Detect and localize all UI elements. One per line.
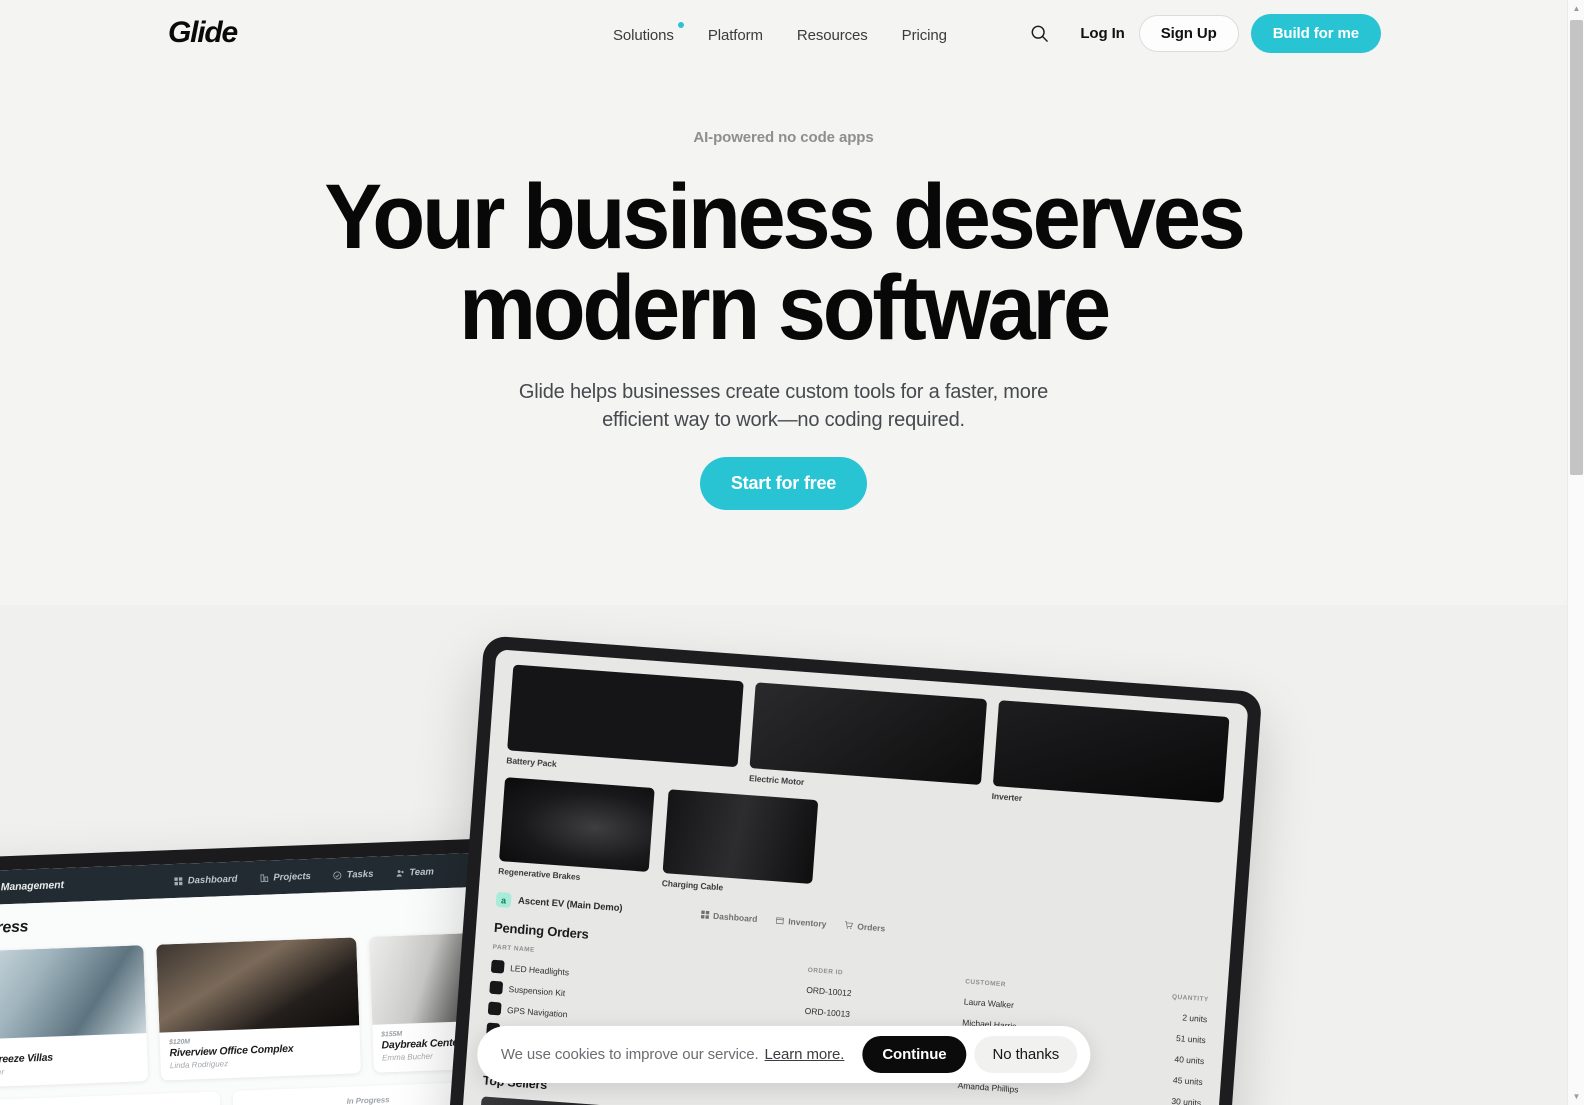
build-for-me-button[interactable]: Build for me: [1250, 14, 1381, 53]
browser-scrollbar[interactable]: ▲ ▼: [1567, 0, 1584, 1105]
part-tile[interactable]: Battery Pack: [506, 664, 745, 782]
tablet-nav-label: Projects: [273, 870, 312, 883]
tablet-app-name: Project Management: [0, 879, 65, 895]
part-thumb-icon: [487, 1001, 502, 1016]
scrollbar-thumb[interactable]: [1570, 20, 1583, 475]
cell-quantity: 40 units: [1174, 1053, 1205, 1066]
part-image: [992, 700, 1230, 803]
nav-item-platform[interactable]: Platform: [707, 25, 764, 46]
grid-icon: [700, 910, 709, 919]
nav-label: Platform: [707, 27, 763, 44]
laptop-nav-orders[interactable]: Orders: [844, 920, 886, 933]
headline-line-2: modern software: [459, 257, 1111, 360]
part-name-text: GPS Navigation: [506, 1004, 568, 1019]
laptop-app-nav: Dashboard Inventory Orders: [700, 909, 886, 933]
part-tile[interactable]: Electric Motor: [749, 682, 987, 800]
part-name-text: LED Headlights: [509, 962, 570, 977]
nav-label: Solutions: [613, 27, 674, 44]
cookie-continue-button[interactable]: Continue: [862, 1036, 967, 1073]
column-header-quantity: QUANTITY: [1171, 993, 1209, 1004]
tablet-nav-label: Team: [409, 865, 435, 878]
site-header: Glide Solutions Platform Resources Prici…: [0, 0, 1567, 70]
laptop-app-name: Ascent EV (Main Demo): [517, 895, 623, 915]
laptop-nav-label: Dashboard: [712, 910, 758, 924]
subtitle-line-1: Glide helps businesses create custom too…: [518, 381, 1049, 403]
laptop-nav-label: Inventory: [787, 915, 827, 929]
hero-eyebrow: AI-powered no code apps: [693, 129, 874, 146]
box-icon: [775, 917, 784, 925]
main-nav: Solutions Platform Resources Pricing: [612, 22, 948, 46]
hero-section: AI-powered no code apps Your business de…: [0, 0, 1567, 605]
cookie-message: We use cookies to improve our service.: [500, 1046, 759, 1063]
glide-logo[interactable]: Glide: [168, 16, 238, 50]
nav-item-resources[interactable]: Resources: [796, 25, 869, 46]
project-image: [156, 937, 359, 1033]
laptop-nav-dashboard[interactable]: Dashboard: [700, 909, 758, 924]
building-icon: [259, 873, 268, 882]
people-icon: [396, 869, 404, 877]
search-button[interactable]: [1022, 17, 1056, 51]
header-actions: Log In Sign Up Build for me: [1022, 14, 1381, 53]
new-badge-dot-icon: [677, 22, 684, 28]
project-card[interactable]: $120M Riverview Office Complex Linda Rod…: [156, 937, 361, 1081]
part-thumb-icon: [490, 959, 505, 974]
part-tile[interactable]: Regenerative Brakes: [498, 777, 655, 887]
in-progress-title: In Progress: [0, 917, 29, 938]
tablet-nav-dashboard[interactable]: Dashboard: [174, 873, 238, 886]
search-icon: [1031, 25, 1048, 42]
project-image: [0, 945, 147, 1041]
tablet-nav-tasks[interactable]: Tasks: [333, 868, 374, 880]
tablet-nav-team[interactable]: Team: [395, 866, 434, 878]
hero-cta-wrap: Start for free: [0, 457, 1567, 510]
cell-quantity: 45 units: [1172, 1074, 1204, 1087]
nav-item-pricing[interactable]: Pricing: [901, 25, 948, 46]
learn-more-link[interactable]: Learn more.: [765, 1046, 845, 1063]
cell-quantity: 30 units: [1171, 1095, 1202, 1105]
cookie-consent-banner: We use cookies to improve our service. L…: [476, 1026, 1091, 1083]
signup-button[interactable]: Sign Up: [1138, 15, 1239, 52]
part-name-text: Suspension Kit: [508, 983, 566, 998]
part-tile[interactable]: Charging Cable: [661, 789, 819, 899]
cell-quantity: 2 units: [1181, 1011, 1208, 1024]
nav-item-solutions[interactable]: Solutions: [612, 22, 684, 46]
stat-card: Completed $210M 12 Projects: [0, 1091, 223, 1105]
scroll-up-arrow-icon[interactable]: ▲: [1568, 0, 1584, 17]
cookie-decline-button[interactable]: No thanks: [974, 1036, 1078, 1073]
nav-label: Pricing: [901, 27, 947, 44]
page-root: AI-powered no code apps Your business de…: [0, 0, 1567, 1105]
check-circle-icon: [333, 871, 342, 880]
hero-subtitle: Glide helps businesses create custom too…: [0, 378, 1567, 435]
part-image: [662, 789, 819, 884]
project-card-body: $88M Ocean Breeze Villas Emilia Carter: [0, 1033, 148, 1088]
part-image: [498, 777, 655, 872]
tablet-app-nav: Dashboard Projects Tasks Team: [174, 866, 434, 887]
project-owner: Emilia Carter: [0, 1067, 5, 1078]
headline-line-1: Your business deserves: [324, 166, 1245, 268]
login-link[interactable]: Log In: [1080, 25, 1124, 42]
laptop-nav-inventory[interactable]: Inventory: [775, 915, 827, 929]
subtitle-line-2: efficient way to work—no coding required…: [602, 409, 965, 432]
cell-quantity: 51 units: [1175, 1032, 1207, 1045]
start-for-free-button[interactable]: Start for free: [699, 457, 868, 510]
part-image: [749, 682, 987, 786]
nav-label: Resources: [796, 27, 868, 44]
laptop-nav-label: Orders: [857, 920, 886, 933]
scroll-down-arrow-icon[interactable]: ▼: [1568, 1088, 1584, 1105]
tablet-nav-label: Dashboard: [187, 873, 238, 886]
grid-icon: [174, 876, 183, 885]
tablet-nav-projects[interactable]: Projects: [259, 870, 311, 883]
part-image: [507, 664, 745, 768]
project-card[interactable]: $88M Ocean Breeze Villas Emilia Carter: [0, 945, 149, 1089]
part-tile[interactable]: Inverter: [991, 700, 1230, 818]
app-avatar-icon: a: [495, 891, 512, 908]
project-card-body: $120M Riverview Office Complex Linda Rod…: [160, 1025, 361, 1080]
part-thumb-icon: [489, 980, 504, 995]
page-title: Your business deserves modern software: [47, 166, 1520, 360]
cart-icon: [845, 921, 854, 929]
tablet-nav-label: Tasks: [346, 868, 374, 881]
